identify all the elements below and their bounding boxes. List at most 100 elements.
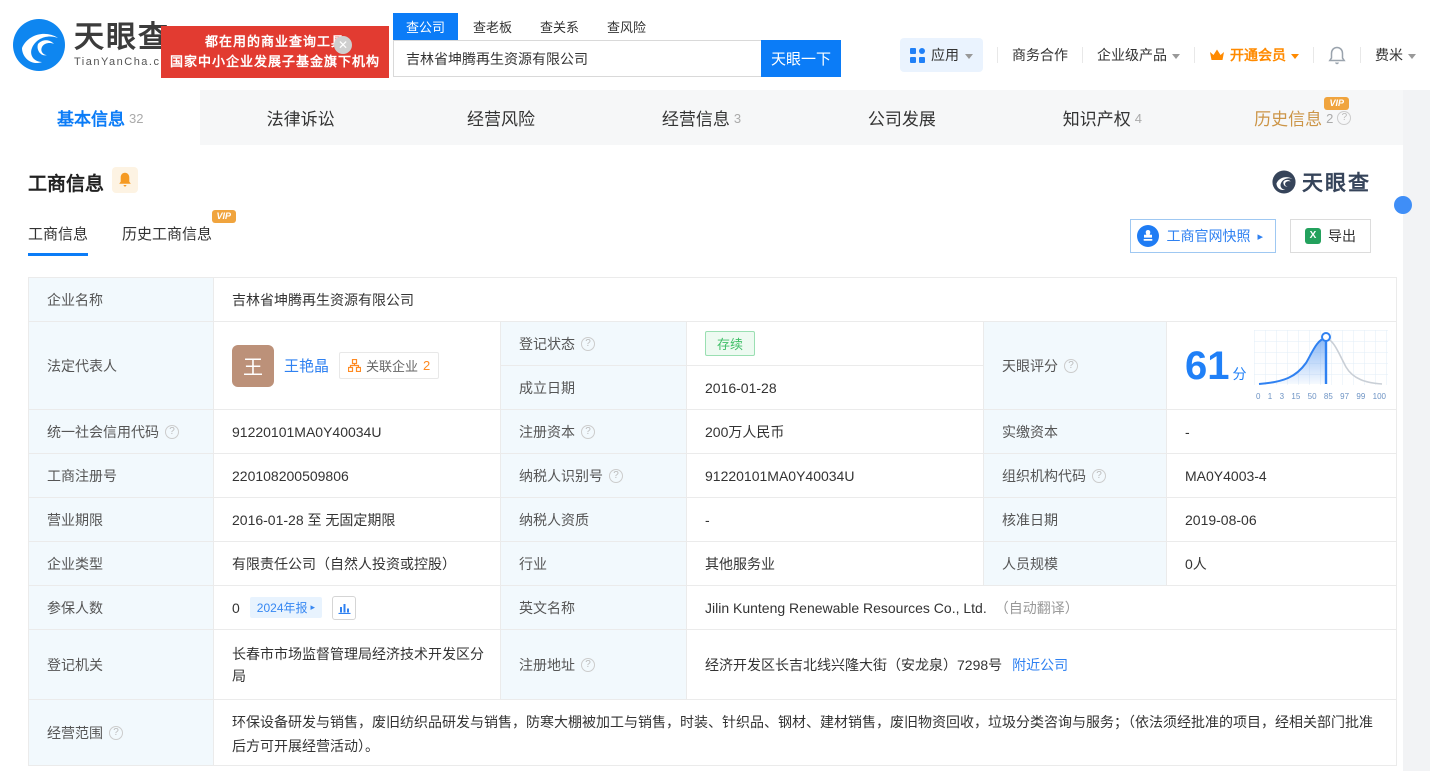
- annual-report-link[interactable]: 2024年报 ▸: [250, 597, 322, 618]
- field-value-org-code: MA0Y4003-4: [1167, 454, 1397, 498]
- enterprise-products-menu[interactable]: 企业级产品: [1097, 45, 1180, 65]
- field-label-paid-capital: 实缴资本: [984, 410, 1167, 454]
- label-text: 法定代表人: [47, 356, 117, 376]
- apps-menu[interactable]: 应用: [900, 38, 983, 72]
- field-label-company-type: 企业类型: [29, 542, 214, 586]
- score-value: 61: [1185, 344, 1230, 388]
- search-tab-risk[interactable]: 查风险: [594, 13, 659, 40]
- help-icon[interactable]: [109, 726, 123, 740]
- search-tab-boss[interactable]: 查老板: [460, 13, 525, 40]
- subscribe-bell-button[interactable]: [112, 167, 138, 193]
- business-info-table: 企业名称 吉林省坤腾再生资源有限公司 法定代表人 王 王艳晶: [28, 277, 1397, 766]
- tick: 15: [1291, 392, 1300, 401]
- export-label: 导出: [1328, 226, 1356, 246]
- legal-rep-avatar[interactable]: 王: [232, 345, 274, 387]
- label-text: 天眼评分: [1002, 356, 1058, 376]
- top-nav: 应用 商务合作 企业级产品 开通会员: [900, 38, 1416, 72]
- floating-widget-button[interactable]: [1394, 196, 1412, 214]
- label-text: 统一社会信用代码: [47, 422, 159, 442]
- business-cooperation-link[interactable]: 商务合作: [1012, 45, 1068, 65]
- field-value-taxpayer-id: 91220101MA0Y40034U: [687, 454, 984, 498]
- field-value-company-type: 有限责任公司（自然人投资或控股）: [214, 542, 501, 586]
- label-text: 经营范围: [47, 723, 103, 743]
- tick: 50: [1308, 392, 1317, 401]
- field-label-english-name: 英文名称: [501, 586, 687, 630]
- tab-label: 公司发展: [868, 105, 936, 130]
- help-icon[interactable]: [1092, 469, 1106, 483]
- scrollbar-gutter[interactable]: [1403, 90, 1430, 771]
- promo-line1: 都在用的商业查询工具: [205, 32, 345, 52]
- related-companies-badge[interactable]: 关联企业 2: [339, 352, 439, 379]
- reg-authority: 长春市市场监督管理局经济技术开发区分局: [232, 643, 486, 687]
- vip-badge: VIP: [212, 210, 237, 223]
- help-icon[interactable]: [1064, 359, 1078, 373]
- tab-label: 知识产权: [1063, 105, 1131, 130]
- search-input[interactable]: [393, 40, 761, 77]
- score-curve: [1254, 330, 1388, 388]
- help-icon[interactable]: [1337, 111, 1351, 125]
- divider: [1360, 47, 1361, 63]
- page: 天眼查 TianYanCha.com 都在用的商业查询工具 国家中小企业发展子基…: [0, 0, 1430, 771]
- tab-count: 2: [1326, 111, 1333, 126]
- divider: [1194, 47, 1195, 63]
- help-icon[interactable]: [581, 425, 595, 439]
- tab-company-development[interactable]: 公司发展: [802, 90, 1002, 145]
- help-icon[interactable]: [165, 425, 179, 439]
- insured-trend-chart-button[interactable]: [332, 596, 356, 620]
- help-icon[interactable]: [581, 658, 595, 672]
- subtab-history-business-info[interactable]: VIP 历史工商信息: [122, 223, 212, 256]
- notification-bell-icon[interactable]: [1328, 46, 1346, 65]
- field-label-insured-count: 参保人数: [29, 586, 214, 630]
- label-text: 注册地址: [519, 655, 575, 675]
- help-icon[interactable]: [609, 469, 623, 483]
- label-text: 营业期限: [47, 510, 103, 530]
- username: 费米: [1375, 45, 1403, 65]
- open-vip-label: 开通会员: [1230, 45, 1286, 65]
- tab-history-info[interactable]: VIP 历史信息 2: [1203, 90, 1403, 145]
- nearby-companies-link[interactable]: 附近公司: [1012, 655, 1068, 675]
- related-companies-label: 关联企业: [366, 356, 418, 375]
- search-tab-relation[interactable]: 查关系: [527, 13, 592, 40]
- section-header: 工商信息 天眼查: [0, 145, 1403, 205]
- search-button[interactable]: 天眼一下: [761, 40, 841, 77]
- chevron-down-icon: [1291, 54, 1299, 59]
- brand-logo[interactable]: 天眼查 TianYanCha.com: [12, 18, 179, 72]
- field-label-company-name: 企业名称: [29, 278, 214, 322]
- business-term: 2016-01-28 至 无固定期限: [232, 510, 395, 530]
- field-label-credit-code: 统一社会信用代码: [29, 410, 214, 454]
- field-value-paid-capital: -: [1167, 410, 1397, 454]
- official-snapshot-button[interactable]: 工商官网快照 ▸: [1130, 219, 1276, 253]
- legal-rep-name-link[interactable]: 王艳晶: [284, 355, 329, 376]
- field-label-reg-status: 登记状态: [501, 322, 687, 366]
- subtab-business-info[interactable]: 工商信息: [28, 223, 88, 256]
- tab-intellectual-property[interactable]: 知识产权 4: [1002, 90, 1202, 145]
- arrow-right-icon: ▸: [1257, 230, 1263, 243]
- field-value-business-term: 2016-01-28 至 无固定期限: [214, 498, 501, 542]
- clear-search-icon[interactable]: [334, 36, 352, 54]
- help-icon[interactable]: [581, 337, 595, 351]
- tab-legal-proceedings[interactable]: 法律诉讼: [200, 90, 400, 145]
- tianyancha-watermark: 天眼查: [1272, 167, 1371, 197]
- divider: [997, 47, 998, 63]
- search-tab-company[interactable]: 查公司: [393, 13, 458, 40]
- export-button[interactable]: 导出: [1290, 219, 1371, 253]
- reg-capital: 200万人民币: [705, 422, 784, 442]
- field-label-reg-number: 工商注册号: [29, 454, 214, 498]
- field-value-reg-status: 存续: [687, 322, 984, 366]
- enterprise-products-label: 企业级产品: [1097, 45, 1167, 65]
- tab-operating-info[interactable]: 经营信息 3: [601, 90, 801, 145]
- field-value-establish-date: 2016-01-28: [687, 366, 984, 410]
- label-text: 成立日期: [519, 378, 575, 398]
- tab-basic-info[interactable]: 基本信息 32: [0, 90, 200, 145]
- tick: 1: [1268, 392, 1272, 401]
- label-text: 登记机关: [47, 655, 103, 675]
- tab-operating-risk[interactable]: 经营风险: [401, 90, 601, 145]
- taxpayer-quality: -: [705, 512, 710, 528]
- status-badge: 存续: [705, 331, 755, 356]
- open-vip-menu[interactable]: 开通会员: [1209, 45, 1299, 65]
- user-menu[interactable]: 费米: [1375, 45, 1416, 65]
- org-chart-icon: [348, 359, 361, 372]
- business-scope: 环保设备研发与销售，废旧纺织品研发与销售，防寒大棚被加工与销售，时装、针织品、钢…: [232, 710, 1382, 758]
- field-label-taxpayer-quality: 纳税人资质: [501, 498, 687, 542]
- field-value-company-name: 吉林省坤腾再生资源有限公司: [214, 278, 1397, 322]
